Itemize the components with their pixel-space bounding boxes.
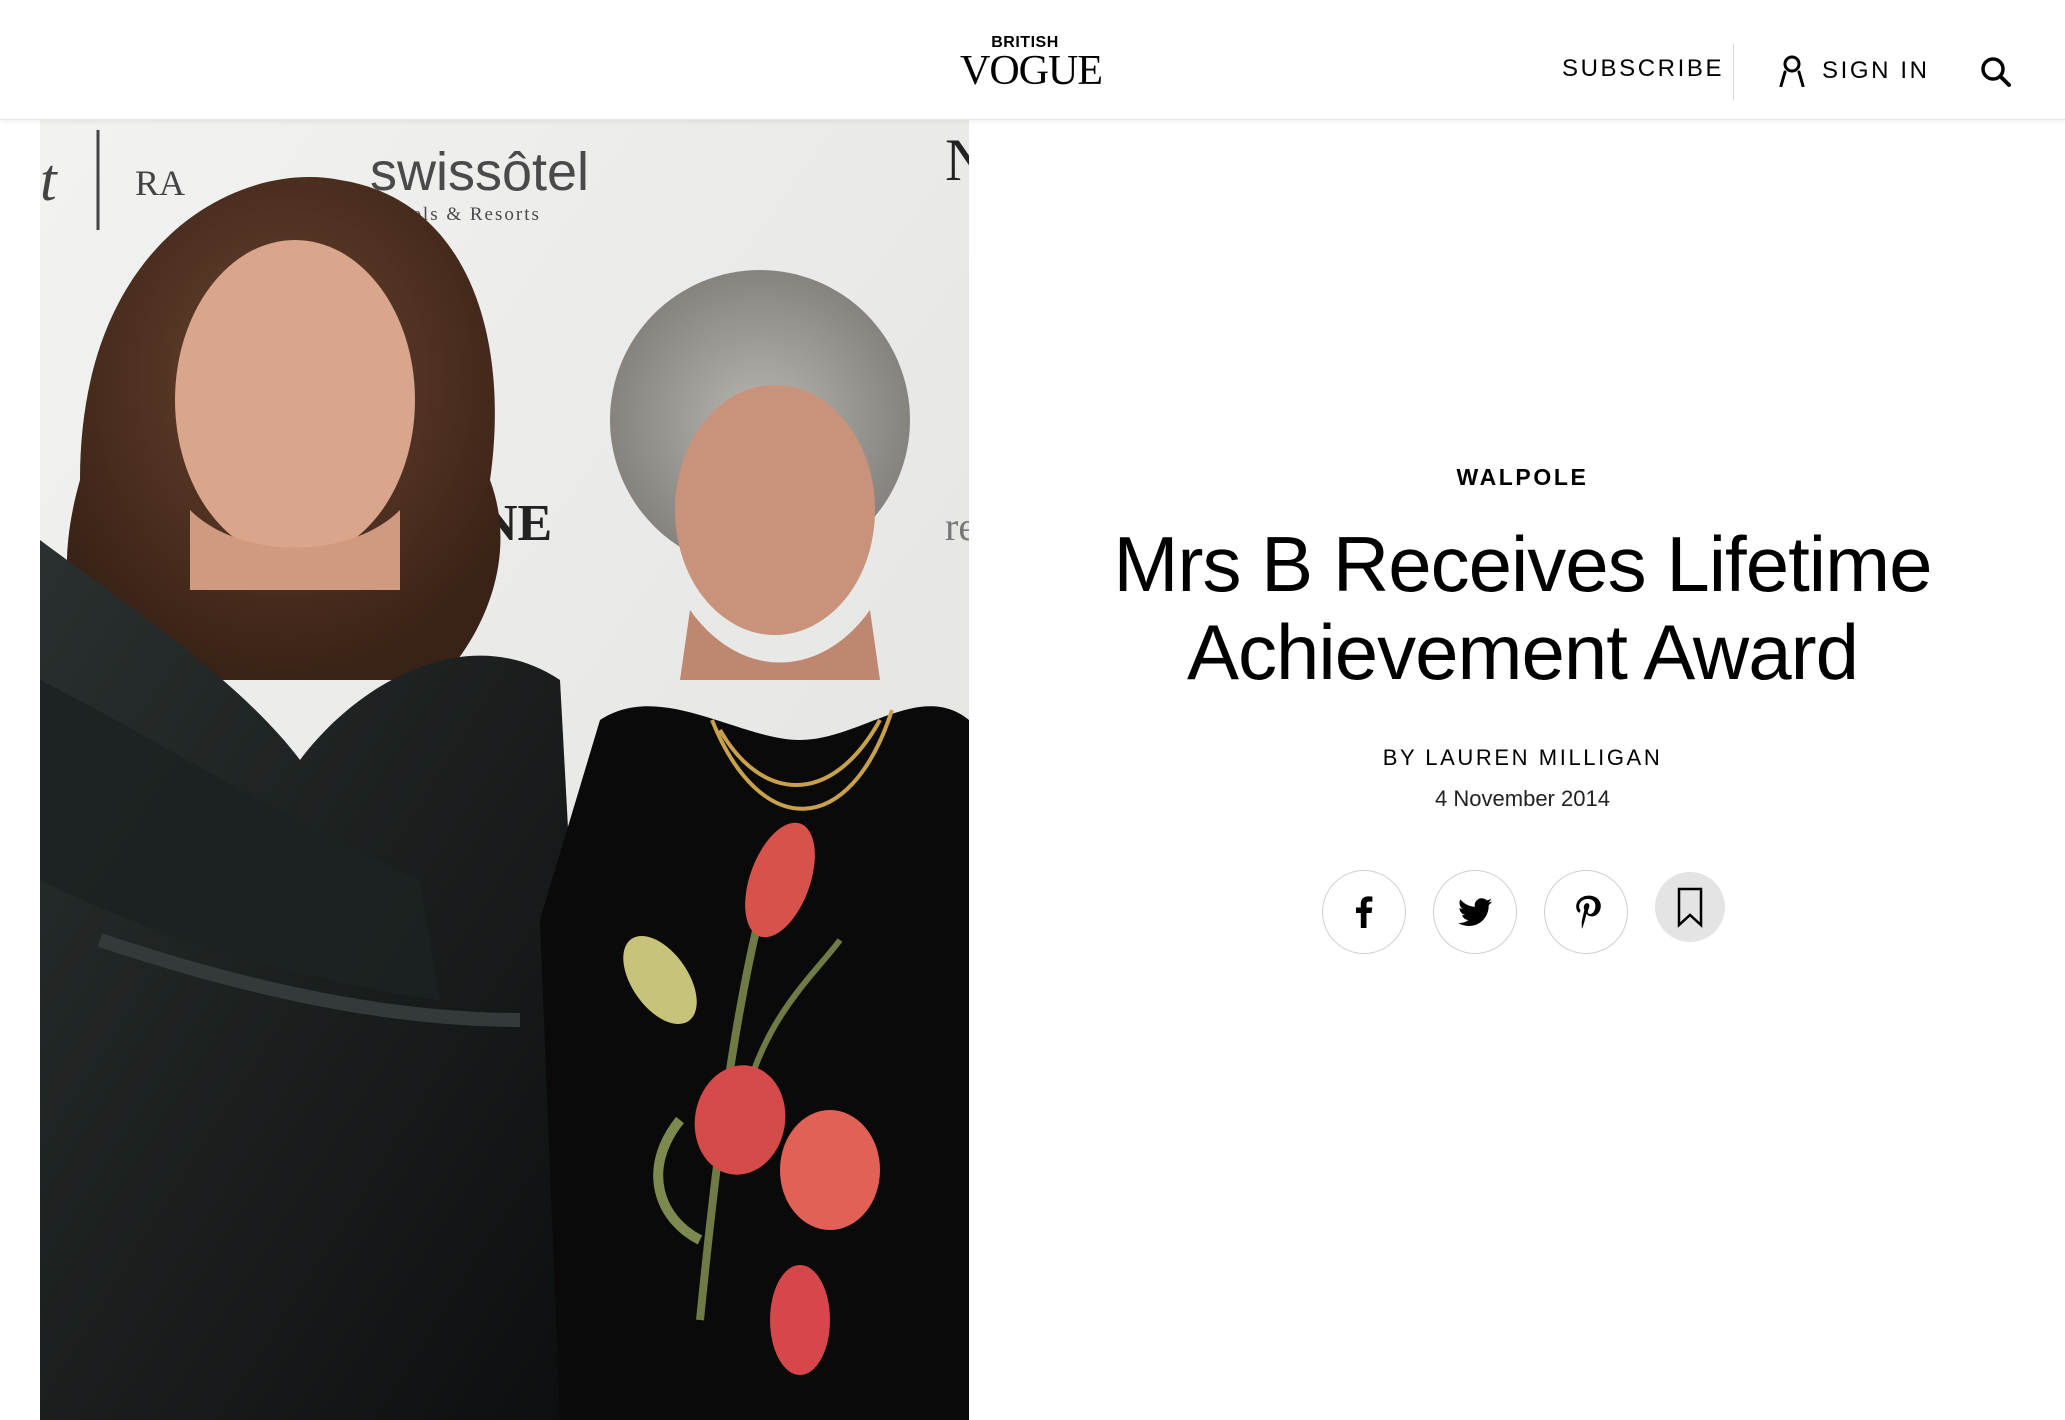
- nav-divider: [1733, 44, 1734, 100]
- article-header: WALPOLE Mrs B Receives Lifetime Achievem…: [1000, 120, 2045, 1420]
- svg-text:RA: RA: [135, 163, 185, 203]
- share-twitter-button[interactable]: [1433, 870, 1517, 954]
- article-category[interactable]: WALPOLE: [1000, 462, 2045, 492]
- site-header: BRITISH VOGUE SUBSCRIBE SIGN IN: [0, 0, 2065, 120]
- pinterest-icon: [1576, 895, 1601, 929]
- british-vogue-logo[interactable]: BRITISH VOGUE: [960, 34, 1103, 96]
- user-icon: [1779, 55, 1805, 87]
- logo-main-text: VOGUE: [960, 48, 1103, 94]
- share-facebook-button[interactable]: [1322, 870, 1406, 954]
- byline-prefix: BY: [1382, 745, 1418, 770]
- subscribe-link[interactable]: SUBSCRIBE: [1562, 54, 1724, 84]
- svg-text:N: N: [945, 127, 969, 193]
- hero-image: t RA swissôtel Hotels & Resorts NE N re: [40, 120, 969, 1420]
- article-byline: BY LAUREN MILLIGAN: [1000, 743, 2045, 773]
- share-pinterest-button[interactable]: [1544, 870, 1628, 954]
- facebook-icon: [1356, 896, 1373, 928]
- author-link[interactable]: LAUREN MILLIGAN: [1425, 745, 1662, 770]
- article-title: Mrs B Receives Lifetime Achievement Awar…: [1113, 520, 1933, 696]
- svg-text:re: re: [945, 504, 969, 549]
- article-date: 4 November 2014: [1435, 786, 1610, 811]
- bookmark-icon: [1677, 887, 1703, 928]
- hero-photo-illustration: t RA swissôtel Hotels & Resorts NE N re: [40, 120, 969, 1420]
- sign-in-button[interactable]: SIGN IN: [1778, 54, 1930, 88]
- search-icon[interactable]: [1980, 56, 2012, 88]
- sign-in-label: SIGN IN: [1822, 57, 1930, 84]
- svg-text:t: t: [40, 147, 58, 213]
- save-bookmark-button[interactable]: [1655, 872, 1725, 942]
- svg-text:swissôtel: swissôtel: [370, 142, 589, 202]
- twitter-icon: [1458, 898, 1492, 926]
